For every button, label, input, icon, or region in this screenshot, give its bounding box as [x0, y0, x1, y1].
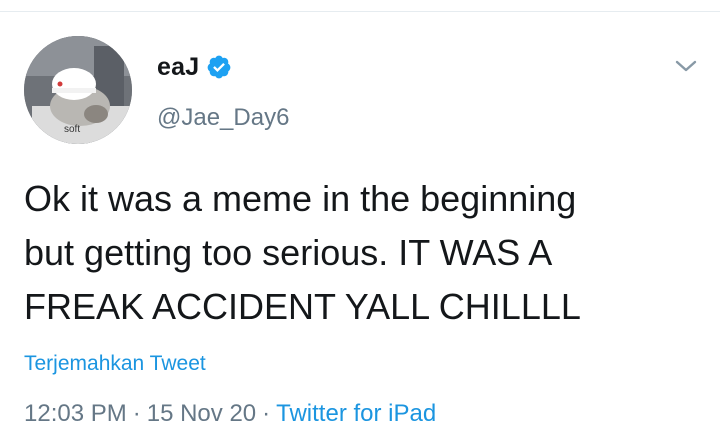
tweet-time[interactable]: 12:03 PM — [24, 400, 127, 427]
divider — [0, 11, 720, 12]
translate-tweet-link[interactable]: Terjemahkan Tweet — [24, 352, 206, 376]
author-handle[interactable]: @Jae_Day6 — [157, 104, 289, 132]
author-name-row[interactable]: eaJ — [157, 52, 232, 82]
avatar-image: soft — [24, 36, 132, 144]
avatar[interactable]: soft — [24, 36, 132, 144]
tweet-date[interactable]: 15 Nov 20 — [147, 400, 256, 427]
chevron-down-icon[interactable] — [672, 55, 700, 77]
verified-badge-icon — [207, 55, 231, 79]
tweet-text: Ok it was a meme in the beginning but ge… — [24, 178, 581, 327]
tweet-source-link[interactable]: Twitter for iPad — [276, 400, 436, 427]
tweet-card: soft eaJ @Jae_Day6 Ok it was a meme in t… — [0, 0, 720, 438]
display-name[interactable]: eaJ — [157, 53, 199, 82]
separator: · — [132, 400, 141, 427]
avatar-caption: soft — [64, 124, 80, 135]
separator: · — [262, 400, 271, 427]
tweet-metadata: 12:03 PM · 15 Nov 20 · Twitter for iPad — [24, 400, 436, 428]
